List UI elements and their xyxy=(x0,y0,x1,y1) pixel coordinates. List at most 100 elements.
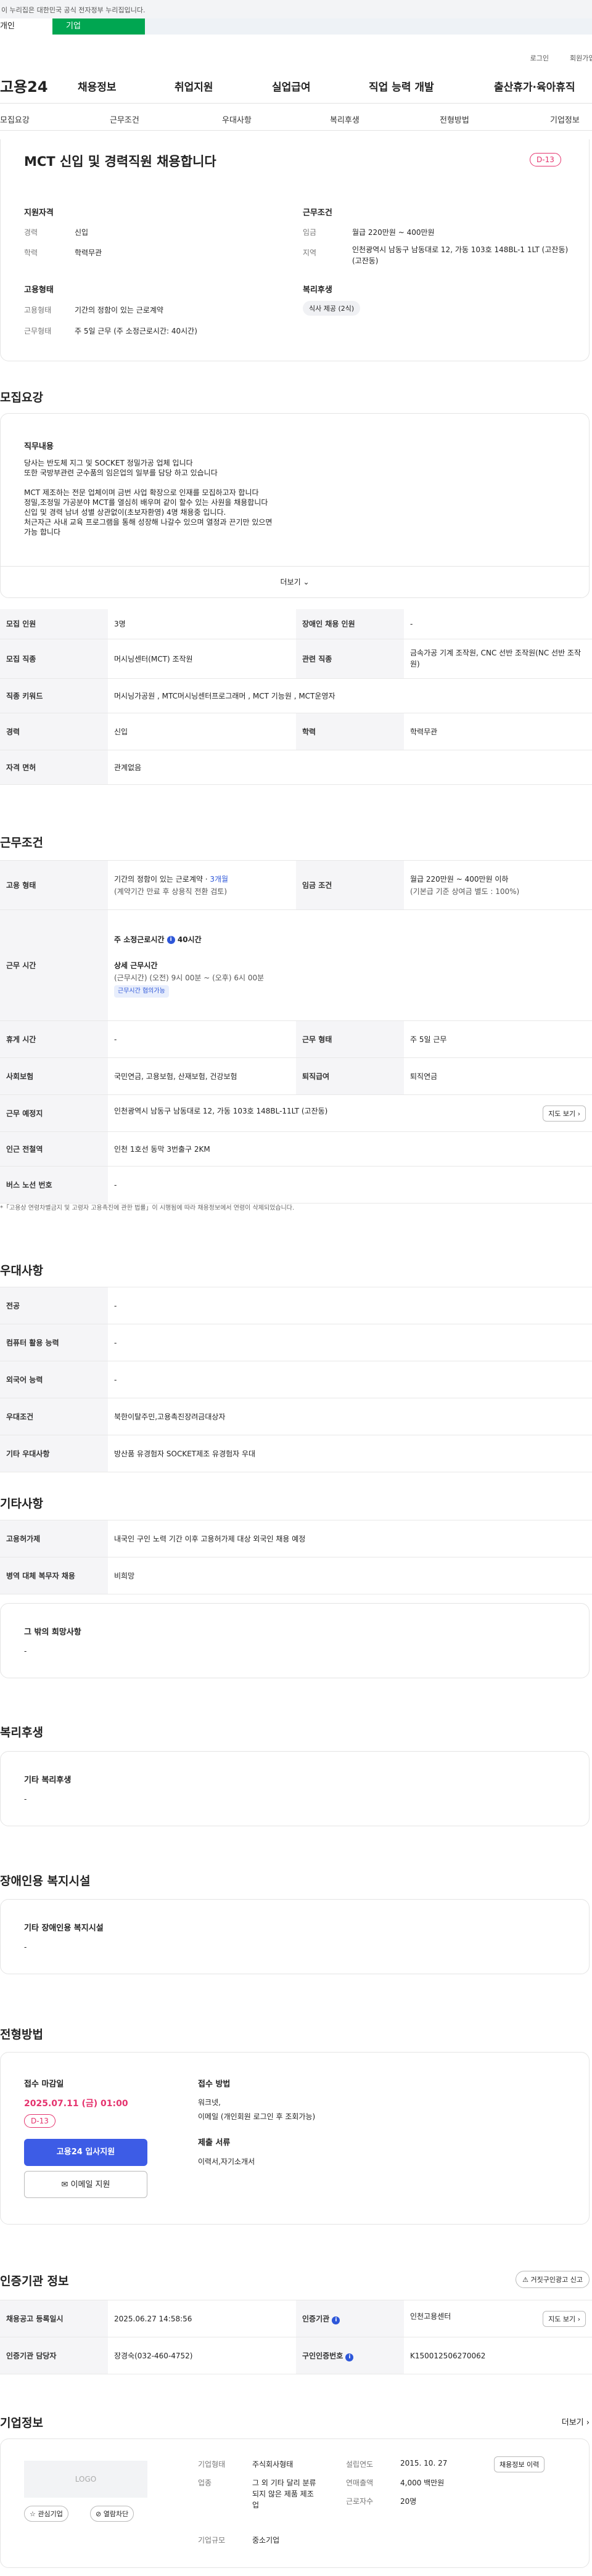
cell-value: 관계없음 xyxy=(108,750,592,785)
weekly-hours-value: 40시간 xyxy=(177,935,202,944)
cell-header: 병역 대체 복무자 채용 xyxy=(0,1557,108,1594)
apply-button[interactable]: 고용24 입사지원 xyxy=(24,2139,147,2166)
cell-header: 인근 전철역 xyxy=(0,1131,108,1167)
snb-welfare[interactable]: 복리후생 xyxy=(330,113,360,125)
emptype-label: 고용형태 xyxy=(24,306,52,314)
cell-header: 구인인증번호 i xyxy=(296,2337,404,2374)
other-value: - xyxy=(24,1647,27,1655)
job-title: MCT 신입 및 경력직원 채용합니다 xyxy=(24,154,216,169)
scale-label: 기업규모 xyxy=(198,2536,226,2545)
duty-line: 당사는 반도체 지그 및 SOCKET 정밀가공 업체 입니다 xyxy=(24,459,193,467)
snb-company[interactable]: 기업정보 xyxy=(550,113,580,125)
method-value-2: 이메일 (개인회원 로그인 후 조회가능) xyxy=(198,2112,316,2121)
info-icon[interactable]: i xyxy=(345,2353,354,2361)
table-row: 우대조건 북한이탈주민,고용촉진장려금대상자 xyxy=(0,1398,592,1435)
emptype-value: 기간의 정함이 있는 근로계약 xyxy=(75,306,163,314)
table-row: 병역 대체 복무자 채용 비희망 xyxy=(0,1557,592,1594)
duty-line: MCT 제조하는 전문 업체이며 금번 사업 확장으로 인재를 모집하고자 합니… xyxy=(24,488,259,497)
block-button[interactable]: ⊘ 열람차단 xyxy=(90,2506,134,2522)
selection-card: 접수 마감일 2025.07.11 (금) 01:00 D-13 고용24 입사… xyxy=(0,2052,590,2225)
dday-badge: D-13 xyxy=(530,153,561,166)
login-link[interactable]: 로그인 xyxy=(530,53,549,63)
docs-value: 이력서,자기소개서 xyxy=(198,2157,255,2166)
duty-line: 또한 국방부관련 군수품의 임은업의 일부를 담당 하고 있습니다 xyxy=(24,469,218,477)
tab-personal[interactable]: 개인 xyxy=(0,18,52,35)
deadline-label: 접수 마감일 xyxy=(24,2080,64,2089)
wage-text: 월급 220만원 ~ 400만원 이하 xyxy=(410,874,509,884)
cell-value: 주 5일 근무 xyxy=(404,1020,592,1058)
cell-value: 내국인 구인 노력 기간 이후 고용허가제 대상 외국인 채용 예정 xyxy=(108,1520,592,1557)
more-button[interactable]: 더보기 ⌄ xyxy=(1,566,589,587)
dday-badge: D-13 xyxy=(24,2114,56,2128)
cell-header: 인증기관 담당자 xyxy=(0,2337,108,2374)
company-logo: LOGO xyxy=(24,2461,147,2498)
site-logo[interactable]: 고용24 xyxy=(0,75,48,96)
detail-hours: (근무시간) (오전) 9시 00분 ~ (오후) 6시 00분 xyxy=(114,973,265,982)
map-button[interactable]: 지도 보기 › xyxy=(543,2310,586,2327)
star-icon: ☆ xyxy=(30,2510,36,2518)
section-nav: 모집요강 근무조건 우대사항 복리후생 전형방법 기업정보 xyxy=(0,104,592,131)
cell-value: 주 소정근로시간 i 40시간 상세 근무시간 (근무시간) (오전) 9시 0… xyxy=(108,909,592,1021)
table-row: 근무 예정지 인천광역시 남동구 남동대로 12, 가동 103호 148BL-1… xyxy=(0,1094,592,1132)
cell-value: 학력무관 xyxy=(404,713,592,750)
table-row: 버스 노선 번호 - xyxy=(0,1166,592,1204)
info-icon[interactable]: i xyxy=(332,2316,340,2324)
map-button-label: 지도 보기 xyxy=(548,1109,576,1118)
cell-header: 우대조건 xyxy=(0,1398,108,1435)
cell-value: K150012506270062 xyxy=(404,2337,592,2374)
info-icon[interactable]: i xyxy=(166,935,175,944)
cell-header: 자격 면허 xyxy=(0,750,108,785)
worktype-label: 근무형태 xyxy=(24,327,52,335)
company-more-link[interactable]: 더보기 › xyxy=(562,2416,590,2427)
snb-recruit[interactable]: 모집요강 xyxy=(0,113,30,125)
nav-training[interactable]: 직업 능력 개발 xyxy=(369,78,434,94)
cell-value: 2025.06.27 14:58:56 xyxy=(108,2300,296,2337)
map-button[interactable]: 지도 보기 › xyxy=(543,1105,586,1122)
fav-company-button[interactable]: ☆ 관심기업 xyxy=(24,2506,68,2522)
cell-value: - xyxy=(108,1324,592,1361)
table-row: 인근 전철역 인천 1호선 동막 3번출구 2KM xyxy=(0,1131,592,1167)
signup-link[interactable]: 회원가입 xyxy=(570,53,592,63)
duty-line: 신입 및 경력 남녀 성별 상관없이(초보자환영) 4명 채용중 입니다. xyxy=(24,508,226,517)
cell-value: 월급 220만원 ~ 400만원 이하 (기본급 기준 상여금 별도 : 100%… xyxy=(404,860,592,910)
industry-value: 그 외 기타 달리 분류되지 않은 제품 제조업 xyxy=(252,2479,316,2509)
pref-heading: 우대사항 xyxy=(0,1264,43,1278)
nav-unemployment[interactable]: 실업급여 xyxy=(272,78,311,94)
cell-header: 고용 형태 xyxy=(0,860,108,910)
pref-table: 전공 - 컴퓨터 활용 능력 - 외국어 능력 - 우대조건 북한이탈주민,고용촉진장려… xyxy=(0,1287,592,1472)
welfare-card-value: - xyxy=(24,1795,27,1803)
nav-leave[interactable]: 출산휴가·육아휴직 xyxy=(494,78,575,94)
career-value: 신입 xyxy=(75,228,89,237)
cell-value: 기간의 정함이 있는 근로계약 · 3개월 (계약기간 만료 후 상용직 전환 검… xyxy=(108,860,296,910)
snb-work[interactable]: 근무조건 xyxy=(110,113,139,125)
map-button-label: 지도 보기 xyxy=(548,2315,576,2323)
table-row: 인증기관 담당자 장경숙(032-460-4752) 구인인증번호 i K150012… xyxy=(0,2337,592,2374)
report-button[interactable]: ⚠ 거짓구인광고 신고 xyxy=(516,2271,590,2288)
cell-value: 국민연금, 고용보험, 산재보험, 건강보험 xyxy=(108,1057,296,1095)
cell-value: 3명 xyxy=(108,609,296,639)
cell-value: - xyxy=(108,1166,592,1204)
nav-job-info[interactable]: 채용정보 xyxy=(78,78,117,94)
cell-header: 직종 키워드 xyxy=(0,678,108,713)
hours-negotiable-tag: 근무시간 협의가능 xyxy=(114,985,169,998)
email-apply-button[interactable]: ✉ 이메일 지원 xyxy=(24,2171,147,2198)
tab-company[interactable]: 기업 xyxy=(52,18,145,35)
report-label: 거짓구인광고 신고 xyxy=(530,2276,583,2284)
table-row: 모집 직종 머시닝센터(MCT) 조작원 관련 직종 금속가공 기계 조작원, CNC… xyxy=(0,639,592,679)
table-row: 고용허가제 내국인 구인 노력 기간 이후 고용허가제 대상 외국인 채용 예정 xyxy=(0,1520,592,1557)
snb-pref[interactable]: 우대사항 xyxy=(222,113,252,125)
nav-job-support[interactable]: 취업지원 xyxy=(175,78,213,94)
cell-header: 모집 직종 xyxy=(0,639,108,679)
table-row: 채용공고 등록일시 2025.06.27 14:58:56 인증기관 i 인천고용센터… xyxy=(0,2300,592,2337)
table-row: 근무 시간 주 소정근로시간 i 40시간 상세 근무시간 (근무시간) (오전… xyxy=(0,909,592,1021)
etc-table: 고용허가제 내국인 구인 노력 기간 이후 고용허가제 대상 외국인 채용 예정 … xyxy=(0,1520,592,1594)
duty-title: 직무내용 xyxy=(24,442,54,451)
recruit-heading: 모집요강 xyxy=(0,391,43,404)
detail-hours-title: 상세 근무시간 xyxy=(114,961,158,970)
more-label: 더보기 xyxy=(280,578,301,586)
snb-selection[interactable]: 전형방법 xyxy=(440,113,469,125)
welfare-card: 기타 복리후생 - xyxy=(0,1751,590,1826)
cell-header: 휴게 시간 xyxy=(0,1020,108,1058)
disabled-card-title: 기타 장애인용 복지시설 xyxy=(24,1924,104,1933)
job-history-button[interactable]: 채용정보 이력 xyxy=(494,2456,545,2472)
